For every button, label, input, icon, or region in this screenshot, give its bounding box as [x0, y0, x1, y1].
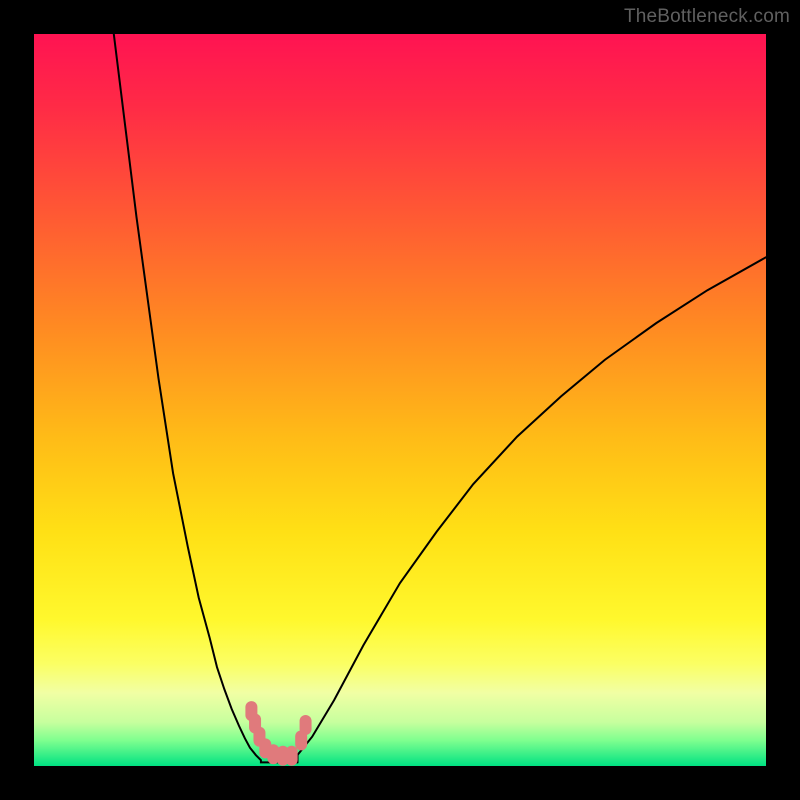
gradient-background: [34, 34, 766, 766]
bottleneck-chart: [34, 34, 766, 766]
watermark-text: TheBottleneck.com: [624, 6, 790, 28]
valley-marker: [286, 746, 298, 766]
plot-area: [34, 34, 766, 766]
valley-marker: [300, 715, 312, 735]
